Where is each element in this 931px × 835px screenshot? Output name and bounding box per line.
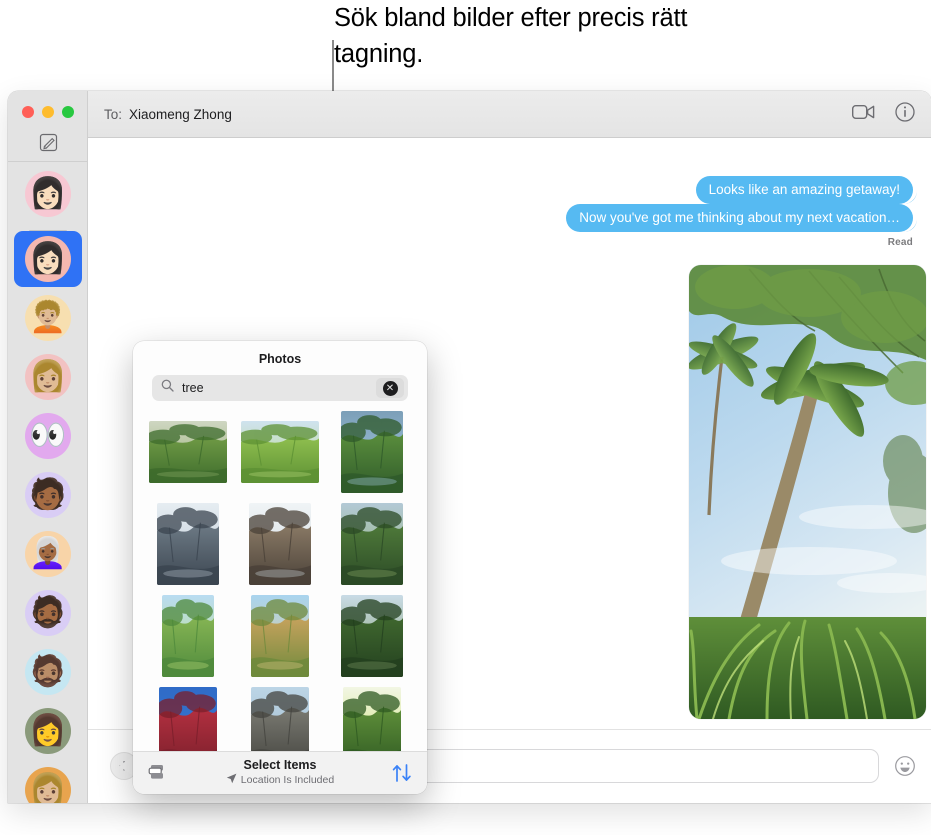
compose-new-message-icon[interactable] (39, 133, 58, 152)
clear-search-button[interactable]: ✕ (376, 378, 404, 398)
photo-thumbnail-mossy-rocks-forest[interactable] (149, 421, 227, 483)
photo-thumbnail-palms-and-shrubs[interactable] (162, 595, 214, 677)
zoom-button[interactable] (62, 106, 74, 118)
conversation-item-2[interactable]: 🧑🏼‍🦱 (14, 290, 82, 346)
message-bubble[interactable]: Now you've got me thinking about my next… (566, 204, 913, 232)
conversation-item-7[interactable]: 🧔🏾 (14, 585, 82, 641)
avatar: 👩🏻 (25, 171, 71, 217)
photo-thumbnail-golden-dog-in-flowers[interactable] (251, 595, 309, 677)
photo-thumbnail-palm-lined-path[interactable] (341, 595, 403, 677)
photo-result-cell (148, 595, 228, 677)
avatar: 👩🏼 (25, 767, 71, 803)
window-controls (22, 106, 74, 118)
conversation-item-10[interactable]: 👩🏼 (14, 762, 82, 803)
search-input[interactable]: tree (182, 381, 204, 395)
sidebar: 👩🏻 👩🏻 🧑🏼‍🦱 👩🏼 👀 🧑🏾 👩🏾‍🦳 🧔🏾 🧔🏽 👩 👩🏼 (8, 91, 88, 803)
search-field[interactable]: tree ✕ (152, 375, 408, 401)
location-status-label: Location Is Included (240, 774, 335, 786)
avatar: 🧑🏼‍🦱 (25, 295, 71, 341)
photo-result-cell (148, 411, 228, 493)
photo-thumbnail-green-meadow-trees[interactable] (241, 421, 319, 483)
select-items-label: Select Items (243, 758, 317, 772)
conversation-header: To: Xiaomeng Zhong (88, 91, 931, 138)
recipient-name: Xiaomeng Zhong (129, 106, 232, 122)
photo-result-cell (148, 503, 228, 585)
avatar: 👀 (25, 413, 71, 459)
photo-results-grid (133, 411, 427, 769)
conversation-item-3[interactable]: 👩🏼 (14, 349, 82, 405)
info-icon[interactable] (895, 102, 915, 127)
callout-text: Sök bland bilder efter precis rätt tagni… (334, 4, 688, 68)
header-actions (851, 91, 915, 138)
sort-order-icon[interactable] (391, 763, 413, 788)
facetime-video-icon[interactable] (851, 104, 875, 125)
photo-thumbnail-rocky-sea-cove[interactable] (157, 503, 219, 585)
avatar: 🧔🏽 (25, 649, 71, 695)
conversation-item-1[interactable]: 👩🏻 (14, 231, 82, 287)
conversation-item-8[interactable]: 🧔🏽 (14, 644, 82, 700)
avatar: 🧑🏾 (25, 472, 71, 518)
message-status: Read (887, 237, 913, 248)
avatar: 👩🏻 (25, 236, 71, 282)
emoji-picker-icon[interactable] (894, 755, 916, 777)
search-icon (161, 379, 174, 397)
photo-thumbnail-jungle-river[interactable] (341, 503, 403, 585)
attached-photo[interactable] (689, 265, 926, 719)
conversation-item-6[interactable]: 👩🏾‍🦳 (14, 526, 82, 582)
avatar: 👩🏼 (25, 354, 71, 400)
photo-thumbnail-coastal-sea-stacks[interactable] (249, 503, 311, 585)
photo-thumbnail-palm-tree-over-bay[interactable] (341, 411, 403, 493)
screenshot-root: Sök bland bilder efter precis rätt tagni… (0, 0, 931, 835)
recipient-field[interactable]: To: Xiaomeng Zhong (104, 107, 232, 122)
conversation-item-5[interactable]: 🧑🏾 (14, 467, 82, 523)
clear-search-icon: ✕ (382, 380, 398, 396)
location-arrow-icon (226, 773, 237, 787)
popover-title: Photos (258, 352, 302, 366)
sidebar-divider (8, 161, 88, 162)
photo-result-cell (240, 411, 320, 493)
photo-result-cell (332, 411, 412, 493)
minimize-button[interactable] (42, 106, 54, 118)
conversation-item-4[interactable]: 👀 (14, 408, 82, 464)
conversation-item-0[interactable]: 👩🏻 (14, 166, 82, 222)
avatar: 👩🏾‍🦳 (25, 531, 71, 577)
photo-result-cell (332, 503, 412, 585)
photos-popover: Photos tree ✕ Select Items Location Is I… (133, 341, 427, 794)
conversation-item-9[interactable]: 👩 (14, 703, 82, 759)
message-bubble[interactable]: Looks like an amazing getaway! (695, 176, 913, 204)
popover-bottom-bar: Select Items Location Is Included (133, 751, 427, 794)
close-button[interactable] (22, 106, 34, 118)
photo-result-cell (240, 503, 320, 585)
photo-result-cell (332, 595, 412, 677)
popover-status: Select Items Location Is Included (133, 758, 427, 787)
avatar: 👩 (25, 708, 71, 754)
avatar: 🧔🏾 (25, 590, 71, 636)
to-label: To: (104, 106, 123, 122)
photo-result-cell (240, 595, 320, 677)
location-status: Location Is Included (133, 773, 427, 787)
